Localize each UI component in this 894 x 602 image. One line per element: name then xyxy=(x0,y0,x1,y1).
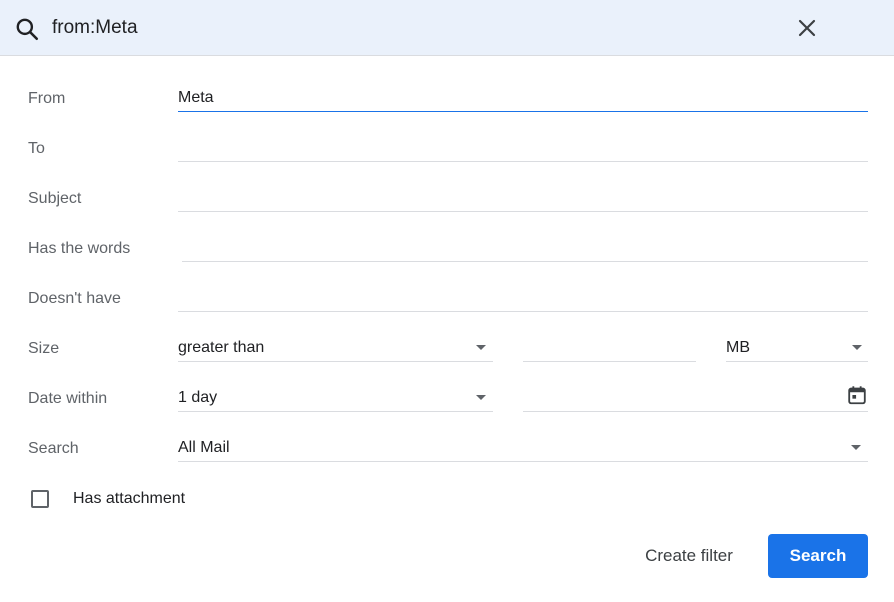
search-in-select[interactable]: All Mail xyxy=(178,436,868,462)
date-within-label: Date within xyxy=(28,390,108,407)
to-label: To xyxy=(28,140,45,157)
search-query[interactable]: from:Meta xyxy=(52,16,138,40)
search-button[interactable]: Search xyxy=(768,534,868,578)
calendar-icon[interactable] xyxy=(846,384,868,406)
close-icon xyxy=(798,19,816,37)
from-field[interactable]: Meta xyxy=(178,86,868,112)
chevron-down-icon xyxy=(852,345,862,350)
search-in-label: Search xyxy=(28,440,79,457)
chevron-down-icon xyxy=(851,445,861,450)
from-value: Meta xyxy=(178,89,214,106)
has-words-field[interactable] xyxy=(182,236,868,262)
create-filter-button[interactable]: Create filter xyxy=(626,534,752,578)
date-input[interactable] xyxy=(523,386,868,412)
doesnt-have-field[interactable] xyxy=(178,286,868,312)
from-label: From xyxy=(28,90,66,107)
chevron-down-icon xyxy=(476,345,486,350)
size-unit-value: MB xyxy=(726,339,750,356)
date-within-select[interactable]: 1 day xyxy=(178,386,493,412)
close-button[interactable] xyxy=(790,11,824,45)
size-value-input[interactable] xyxy=(523,336,696,362)
doesnt-have-label: Doesn't have xyxy=(28,290,121,307)
size-unit-select[interactable]: MB xyxy=(726,336,868,362)
has-attachment-label[interactable]: Has attachment xyxy=(73,489,185,509)
has-words-label: Has the words xyxy=(28,240,131,257)
has-attachment-checkbox[interactable] xyxy=(31,490,49,508)
to-field[interactable] xyxy=(178,136,868,162)
subject-label: Subject xyxy=(28,190,82,207)
search-in-value: All Mail xyxy=(178,439,230,456)
size-operator-select[interactable]: greater than xyxy=(178,336,493,362)
date-within-value: 1 day xyxy=(178,389,218,406)
search-icon[interactable] xyxy=(14,16,40,42)
size-operator-value: greater than xyxy=(178,339,265,356)
chevron-down-icon xyxy=(476,395,486,400)
search-bar: from:Meta xyxy=(0,0,894,56)
subject-field[interactable] xyxy=(178,186,868,212)
size-label: Size xyxy=(28,340,60,357)
